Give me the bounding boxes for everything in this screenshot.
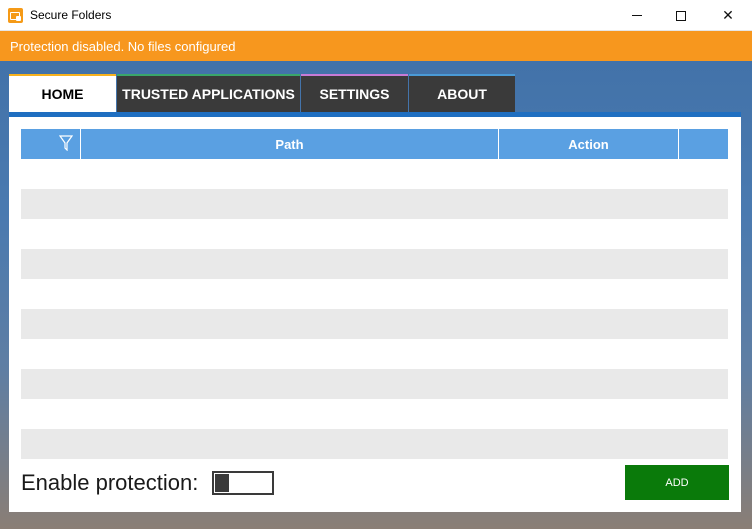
enable-protection-label: Enable protection: — [21, 470, 199, 495]
maximize-icon — [676, 10, 686, 21]
table-row — [21, 279, 728, 309]
title-bar: Secure Folders ✕ — [0, 0, 752, 31]
toggle-knob — [215, 474, 229, 492]
status-bar: Protection disabled. No files configured — [0, 31, 752, 61]
table-row — [21, 369, 728, 399]
minimize-button[interactable] — [614, 0, 660, 31]
table-row — [21, 429, 728, 459]
tab-about[interactable]: ABOUT — [409, 74, 515, 112]
column-header-action[interactable]: Action — [499, 129, 679, 159]
table-row — [21, 189, 728, 219]
filter-icon[interactable] — [59, 135, 73, 151]
add-button[interactable]: ADD — [625, 465, 729, 500]
home-panel: Path Action Enable protection: ADD — [9, 112, 741, 512]
tab-home[interactable]: HOME — [9, 74, 116, 112]
table-header: Path Action — [21, 129, 728, 159]
column-header-filter[interactable] — [21, 129, 81, 159]
table-row — [21, 339, 728, 369]
close-icon: ✕ — [722, 7, 734, 24]
column-header-path[interactable]: Path — [81, 129, 499, 159]
table-row — [21, 159, 728, 189]
tab-settings[interactable]: SETTINGS — [301, 74, 408, 112]
window-title: Secure Folders — [30, 8, 112, 22]
table-row — [21, 219, 728, 249]
maximize-button[interactable] — [658, 0, 704, 31]
secure-folders-app-icon — [8, 8, 23, 23]
status-message: Protection disabled. No files configured — [10, 39, 236, 54]
minimize-icon — [632, 15, 642, 16]
enable-protection-toggle[interactable] — [212, 471, 274, 495]
table-row — [21, 399, 728, 429]
table-row — [21, 249, 728, 279]
column-header-extra — [679, 129, 728, 159]
table-row — [21, 309, 728, 339]
close-button[interactable]: ✕ — [705, 0, 751, 31]
tab-trusted-applications[interactable]: TRUSTED APPLICATIONS — [117, 74, 300, 112]
